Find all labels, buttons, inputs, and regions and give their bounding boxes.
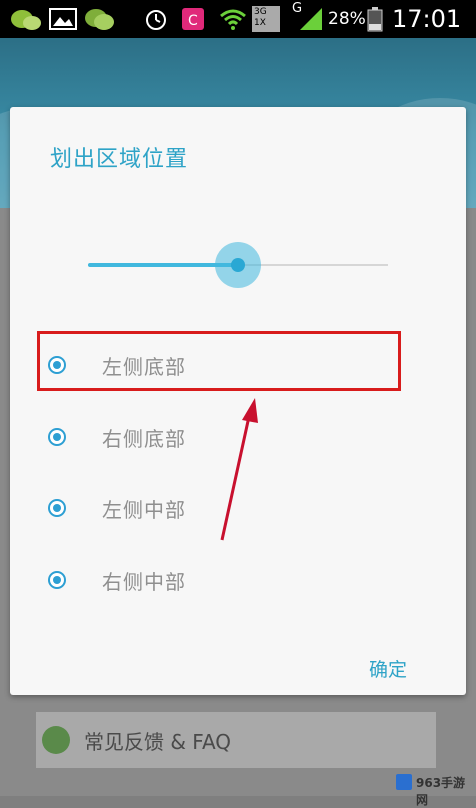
option-left-middle[interactable]: 左侧中部 [10,480,466,540]
gallery-icon [49,8,77,30]
feedback-icon [42,726,70,754]
confirm-button[interactable]: 确定 [348,655,428,685]
clock: 17:01 [392,5,462,33]
wechat-icon [11,10,41,30]
radio-icon[interactable] [48,428,66,446]
option-label: 右侧中部 [102,570,186,594]
background-list-item-label: 常见反馈 & FAQ [84,730,232,754]
status-bar: C 3G 1X G 28% 17:01 [0,0,476,38]
watermark-icon [396,774,412,790]
dialog-title: 划出区域位置 [50,147,189,172]
position-slider[interactable] [88,242,388,288]
option-label: 左侧中部 [102,498,186,522]
svg-text:C: C [188,13,198,29]
background-list-item: 常见反馈 & FAQ [36,712,436,768]
battery-percent: 28% [328,9,366,29]
highlight-box [37,331,401,391]
alarm-icon [146,10,166,30]
signal-icon [300,8,322,30]
message-icon [85,9,114,30]
wifi-icon [220,9,246,30]
swipe-area-position-dialog: 划出区域位置 左侧底部 右侧底部 左侧中部 右侧中部 确定 [10,107,466,695]
app-icon: C [182,8,204,30]
network-badge: 3G 1X [252,6,280,32]
radio-icon[interactable] [48,499,66,517]
watermark-logo: 963手游网 [392,768,476,807]
option-right-middle[interactable]: 右侧中部 [10,552,466,612]
option-right-bottom[interactable]: 右侧底部 [10,409,466,469]
radio-icon[interactable] [48,571,66,589]
slider-thumb[interactable] [231,258,245,272]
option-label: 右侧底部 [102,427,186,451]
watermark-text: 963手游网 [416,776,466,807]
battery-icon [367,7,383,32]
